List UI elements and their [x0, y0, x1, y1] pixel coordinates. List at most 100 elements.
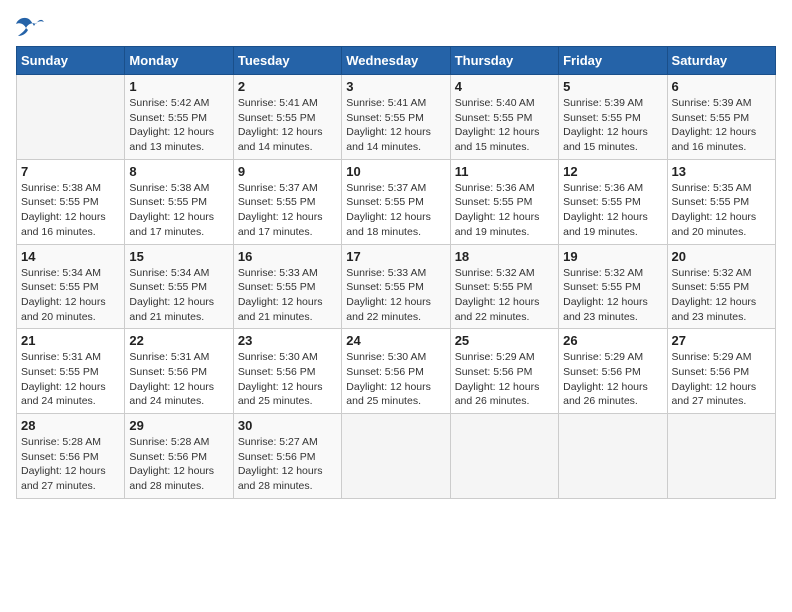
cell-info: Sunrise: 5:29 AMSunset: 5:56 PMDaylight:… [672, 350, 771, 409]
day-number: 5 [563, 79, 662, 94]
cell-info: Sunrise: 5:38 AMSunset: 5:55 PMDaylight:… [129, 181, 228, 240]
cell-info: Sunrise: 5:32 AMSunset: 5:55 PMDaylight:… [672, 266, 771, 325]
weekday-header-thursday: Thursday [450, 47, 558, 75]
calendar-cell: 18 Sunrise: 5:32 AMSunset: 5:55 PMDayligh… [450, 244, 558, 329]
day-number: 19 [563, 249, 662, 264]
weekday-header-wednesday: Wednesday [342, 47, 450, 75]
calendar-cell: 22 Sunrise: 5:31 AMSunset: 5:56 PMDayligh… [125, 329, 233, 414]
calendar-cell: 13 Sunrise: 5:35 AMSunset: 5:55 PMDayligh… [667, 159, 775, 244]
cell-info: Sunrise: 5:40 AMSunset: 5:55 PMDaylight:… [455, 96, 554, 155]
weekday-header-saturday: Saturday [667, 47, 775, 75]
day-number: 22 [129, 333, 228, 348]
day-number: 26 [563, 333, 662, 348]
day-number: 18 [455, 249, 554, 264]
calendar-cell: 5 Sunrise: 5:39 AMSunset: 5:55 PMDaylight… [559, 75, 667, 160]
day-number: 21 [21, 333, 120, 348]
calendar-cell: 6 Sunrise: 5:39 AMSunset: 5:55 PMDaylight… [667, 75, 775, 160]
calendar-cell: 24Sunrise: 5:30 AMSunset: 5:56 PMDayligh… [342, 329, 450, 414]
weekday-header-tuesday: Tuesday [233, 47, 341, 75]
cell-info: Sunrise: 5:29 AMSunset: 5:56 PMDaylight:… [455, 350, 554, 409]
day-number: 10 [346, 164, 445, 179]
cell-info: Sunrise: 5:28 AMSunset: 5:56 PMDaylight:… [21, 435, 120, 494]
calendar-cell: 21 Sunrise: 5:31 AMSunset: 5:55 PMDayligh… [17, 329, 125, 414]
cell-info: Sunrise: 5:27 AMSunset: 5:56 PMDaylight:… [238, 435, 337, 494]
day-number: 28 [21, 418, 120, 433]
day-number: 25 [455, 333, 554, 348]
calendar-cell: 4 Sunrise: 5:40 AMSunset: 5:55 PMDaylight… [450, 75, 558, 160]
day-number: 15 [129, 249, 228, 264]
day-number: 4 [455, 79, 554, 94]
calendar-cell: 15 Sunrise: 5:34 AMSunset: 5:55 PMDayligh… [125, 244, 233, 329]
calendar-cell: 12 Sunrise: 5:36 AMSunset: 5:55 PMDayligh… [559, 159, 667, 244]
day-number: 20 [672, 249, 771, 264]
weekday-header-monday: Monday [125, 47, 233, 75]
cell-info: Sunrise: 5:28 AMSunset: 5:56 PMDaylight:… [129, 435, 228, 494]
week-row-5: 28 Sunrise: 5:28 AMSunset: 5:56 PMDayligh… [17, 414, 776, 499]
day-number: 16 [238, 249, 337, 264]
day-number: 3 [346, 79, 445, 94]
calendar-cell: 30 Sunrise: 5:27 AMSunset: 5:56 PMDayligh… [233, 414, 341, 499]
cell-info: Sunrise: 5:30 AMSunset: 5:56 PMDaylight:… [346, 350, 445, 409]
calendar-cell: 1Sunrise: 5:42 AMSunset: 5:55 PMDaylight… [125, 75, 233, 160]
calendar-cell: 2 Sunrise: 5:41 AMSunset: 5:55 PMDaylight… [233, 75, 341, 160]
calendar-cell [342, 414, 450, 499]
day-number: 11 [455, 164, 554, 179]
calendar-cell: 26Sunrise: 5:29 AMSunset: 5:56 PMDayligh… [559, 329, 667, 414]
calendar-cell: 23Sunrise: 5:30 AMSunset: 5:56 PMDayligh… [233, 329, 341, 414]
calendar-cell: 29 Sunrise: 5:28 AMSunset: 5:56 PMDayligh… [125, 414, 233, 499]
cell-info: Sunrise: 5:34 AMSunset: 5:55 PMDaylight:… [21, 266, 120, 325]
calendar-cell [667, 414, 775, 499]
day-number: 8 [129, 164, 228, 179]
calendar-cell: 17Sunrise: 5:33 AMSunset: 5:55 PMDayligh… [342, 244, 450, 329]
calendar-cell: 19 Sunrise: 5:32 AMSunset: 5:55 PMDayligh… [559, 244, 667, 329]
cell-info: Sunrise: 5:31 AMSunset: 5:56 PMDaylight:… [129, 350, 228, 409]
day-number: 30 [238, 418, 337, 433]
calendar-cell: 28 Sunrise: 5:28 AMSunset: 5:56 PMDayligh… [17, 414, 125, 499]
cell-info: Sunrise: 5:36 AMSunset: 5:55 PMDaylight:… [563, 181, 662, 240]
calendar-cell: 16 Sunrise: 5:33 AMSunset: 5:55 PMDayligh… [233, 244, 341, 329]
day-number: 6 [672, 79, 771, 94]
logo [16, 16, 48, 38]
calendar-cell [17, 75, 125, 160]
calendar-table: SundayMondayTuesdayWednesdayThursdayFrid… [16, 46, 776, 499]
cell-info: Sunrise: 5:34 AMSunset: 5:55 PMDaylight:… [129, 266, 228, 325]
cell-info: Sunrise: 5:37 AMSunset: 5:55 PMDaylight:… [346, 181, 445, 240]
week-row-2: 7 Sunrise: 5:38 AMSunset: 5:55 PMDaylight… [17, 159, 776, 244]
cell-info: Sunrise: 5:41 AMSunset: 5:55 PMDaylight:… [346, 96, 445, 155]
cell-info: Sunrise: 5:42 AMSunset: 5:55 PMDaylight:… [129, 96, 228, 155]
cell-info: Sunrise: 5:31 AMSunset: 5:55 PMDaylight:… [21, 350, 120, 409]
cell-info: Sunrise: 5:37 AMSunset: 5:55 PMDaylight:… [238, 181, 337, 240]
day-number: 14 [21, 249, 120, 264]
calendar-cell: 10 Sunrise: 5:37 AMSunset: 5:55 PMDayligh… [342, 159, 450, 244]
calendar-cell: 25 Sunrise: 5:29 AMSunset: 5:56 PMDayligh… [450, 329, 558, 414]
day-number: 9 [238, 164, 337, 179]
calendar-cell: 20 Sunrise: 5:32 AMSunset: 5:55 PMDayligh… [667, 244, 775, 329]
weekday-header-friday: Friday [559, 47, 667, 75]
week-row-1: 1Sunrise: 5:42 AMSunset: 5:55 PMDaylight… [17, 75, 776, 160]
day-number: 12 [563, 164, 662, 179]
cell-info: Sunrise: 5:33 AMSunset: 5:55 PMDaylight:… [346, 266, 445, 325]
day-number: 29 [129, 418, 228, 433]
calendar-cell: 11 Sunrise: 5:36 AMSunset: 5:55 PMDayligh… [450, 159, 558, 244]
cell-info: Sunrise: 5:39 AMSunset: 5:55 PMDaylight:… [672, 96, 771, 155]
day-number: 27 [672, 333, 771, 348]
calendar-cell: 3 Sunrise: 5:41 AMSunset: 5:55 PMDaylight… [342, 75, 450, 160]
day-number: 13 [672, 164, 771, 179]
weekday-header-sunday: Sunday [17, 47, 125, 75]
cell-info: Sunrise: 5:32 AMSunset: 5:55 PMDaylight:… [455, 266, 554, 325]
calendar-cell [559, 414, 667, 499]
calendar-cell [450, 414, 558, 499]
cell-info: Sunrise: 5:41 AMSunset: 5:55 PMDaylight:… [238, 96, 337, 155]
calendar-cell: 7 Sunrise: 5:38 AMSunset: 5:55 PMDaylight… [17, 159, 125, 244]
calendar-cell: 8 Sunrise: 5:38 AMSunset: 5:55 PMDaylight… [125, 159, 233, 244]
day-number: 7 [21, 164, 120, 179]
logo-bird-icon [16, 16, 44, 38]
cell-info: Sunrise: 5:32 AMSunset: 5:55 PMDaylight:… [563, 266, 662, 325]
header-row: SundayMondayTuesdayWednesdayThursdayFrid… [17, 47, 776, 75]
cell-info: Sunrise: 5:33 AMSunset: 5:55 PMDaylight:… [238, 266, 337, 325]
day-number: 2 [238, 79, 337, 94]
cell-info: Sunrise: 5:38 AMSunset: 5:55 PMDaylight:… [21, 181, 120, 240]
cell-info: Sunrise: 5:36 AMSunset: 5:55 PMDaylight:… [455, 181, 554, 240]
cell-info: Sunrise: 5:39 AMSunset: 5:55 PMDaylight:… [563, 96, 662, 155]
cell-info: Sunrise: 5:35 AMSunset: 5:55 PMDaylight:… [672, 181, 771, 240]
